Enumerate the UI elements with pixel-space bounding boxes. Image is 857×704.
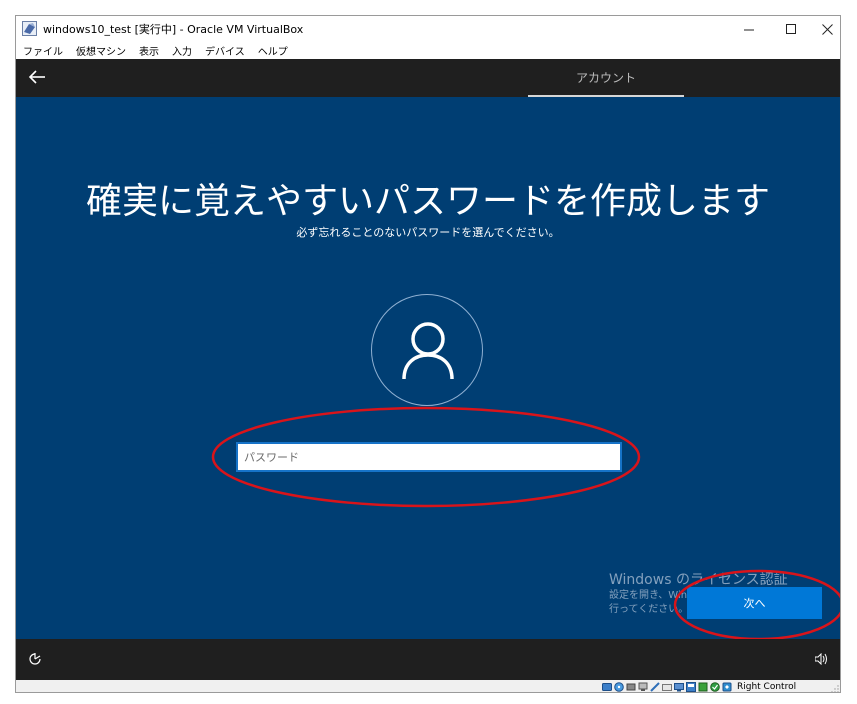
maximize-icon — [785, 23, 796, 34]
audio-icon[interactable] — [626, 682, 636, 692]
usb-icon[interactable] — [650, 682, 660, 692]
hard-disk-icon[interactable] — [602, 682, 612, 692]
window-title: windows10_test [実行中] - Oracle VM Virtual… — [43, 23, 304, 36]
oobe-bottom-bar — [16, 639, 840, 680]
resize-grip-icon[interactable] — [831, 685, 839, 693]
menu-bar: ファイル 仮想マシン 表示 入力 デバイス ヘルプ — [16, 42, 840, 59]
virtualization-icon[interactable] — [710, 682, 720, 692]
oobe-top-bar: アカウント — [16, 59, 840, 97]
shared-folder-icon[interactable] — [662, 682, 672, 692]
menu-view[interactable]: 表示 — [132, 43, 165, 58]
status-bar: Right Control — [16, 680, 840, 693]
close-icon — [821, 23, 833, 35]
watermark-title: Windows のライセンス認証 — [609, 572, 788, 588]
volume-icon[interactable] — [815, 653, 828, 665]
menu-input[interactable]: 入力 — [165, 43, 198, 58]
page-title: 確実に覚えやすいパスワードを作成します — [85, 181, 770, 222]
title-bar[interactable]: windows10_test [実行中] - Oracle VM Virtual… — [16, 16, 840, 42]
close-button[interactable] — [806, 16, 840, 42]
password-input[interactable] — [236, 442, 622, 472]
page-subtitle: 必ず忘れることのないパスワードを選んでください。 — [296, 226, 560, 239]
virtualbox-window: windows10_test [実行中] - Oracle VM Virtual… — [15, 15, 841, 693]
menu-devices[interactable]: デバイス — [198, 43, 251, 58]
display-icon[interactable] — [674, 682, 684, 692]
host-key-label: Right Control — [737, 682, 797, 692]
ease-of-access-icon[interactable] — [28, 652, 42, 666]
optical-drive-icon[interactable] — [614, 682, 624, 692]
minimize-button[interactable] — [728, 16, 770, 42]
menu-machine[interactable]: 仮想マシン — [69, 43, 132, 58]
avatar — [371, 294, 483, 406]
menu-file[interactable]: ファイル — [16, 43, 69, 58]
cpu-icon[interactable] — [698, 682, 708, 692]
status-tray: Right Control — [602, 681, 797, 692]
minimize-icon — [743, 29, 754, 30]
user-icon — [402, 322, 454, 380]
network-icon[interactable] — [638, 682, 648, 692]
next-button[interactable]: 次へ — [687, 587, 822, 619]
video-capture-icon[interactable] — [686, 682, 696, 692]
arrow-left-icon[interactable] — [28, 67, 48, 87]
mouse-integration-icon[interactable] — [722, 682, 732, 692]
virtualbox-app-icon — [22, 21, 37, 36]
guest-screen[interactable]: アカウント 確実に覚えやすいパスワードを作成します 必ず忘れることのないパスワー… — [16, 59, 840, 680]
menu-help[interactable]: ヘルプ — [251, 43, 294, 58]
tab-account: アカウント — [528, 59, 684, 97]
